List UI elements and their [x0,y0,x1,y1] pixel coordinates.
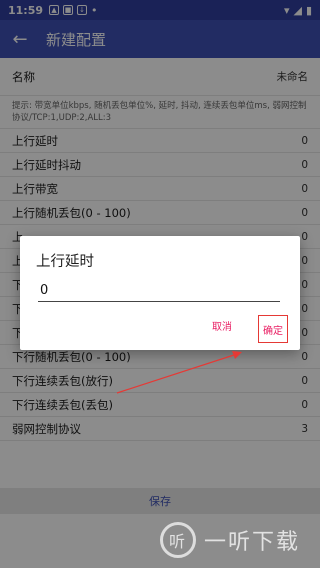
cancel-button[interactable]: 取消 [212,318,232,333]
dialog-title: 上行延时 [36,254,94,270]
watermark-text: 一听下载 [204,530,301,555]
ok-button[interactable]: 确定 [258,315,288,343]
watermark: 听 一听下载 [160,512,320,568]
edit-value-dialog: 上行延时 取消 确定 [20,236,300,350]
value-input[interactable] [38,280,280,302]
watermark-logo-icon: 听 [160,522,196,558]
